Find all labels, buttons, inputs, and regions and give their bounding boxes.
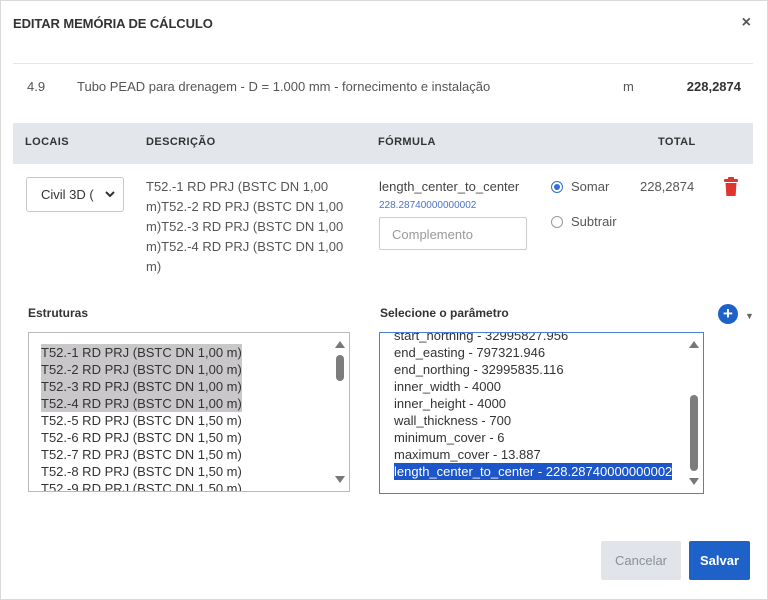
complemento-input[interactable]: Complemento	[379, 217, 527, 250]
list-item[interactable]: T52.-9 RD PRJ (BSTC DN 1,50 m)	[41, 480, 242, 491]
list-item[interactable]: wall_thickness - 700	[394, 412, 511, 429]
list-item[interactable]: T52.-1 RD PRJ (BSTC DN 1,00 m)	[41, 344, 242, 361]
table-header: LOCAIS DESCRIÇÃO FÓRMULA TOTAL	[13, 123, 753, 164]
list-item[interactable]: minimum_cover - 6	[394, 429, 505, 446]
header-formula: FÓRMULA	[378, 136, 436, 148]
row-formula-value: 228.28740000000002	[379, 200, 477, 211]
list-item[interactable]: T52.-5 RD PRJ (BSTC DN 1,50 m)	[41, 412, 242, 429]
parametro-listbox[interactable]: start_northing - 32995827.956 end_eastin…	[379, 332, 704, 494]
list-item[interactable]: T52.-6 RD PRJ (BSTC DN 1,50 m)	[41, 429, 242, 446]
parametro-scrollbar[interactable]	[685, 333, 703, 493]
list-item[interactable]: T52.-2 RD PRJ (BSTC DN 1,00 m)	[41, 361, 242, 378]
row-total: 228,2874	[640, 179, 695, 194]
scroll-up-icon[interactable]	[689, 341, 699, 348]
save-button[interactable]: Salvar	[689, 541, 750, 580]
header-locais: LOCAIS	[25, 136, 69, 148]
radio-subtrair-label: Subtrair	[571, 214, 617, 229]
scroll-thumb[interactable]	[690, 395, 698, 471]
locais-select[interactable]: Civil 3D (	[26, 177, 124, 212]
plus-circle-icon[interactable]: +	[718, 304, 738, 324]
radio-subtrair[interactable]: Subtrair	[551, 214, 617, 229]
list-item[interactable]: T52.-3 RD PRJ (BSTC DN 1,00 m)	[41, 378, 242, 395]
estruturas-listbox[interactable]: T52.-1 RD PRJ (BSTC DN 1,00 m) T52.-2 RD…	[28, 332, 350, 492]
list-item[interactable]: T52.-7 RD PRJ (BSTC DN 1,50 m)	[41, 446, 242, 463]
radio-somar-indicator	[551, 181, 563, 193]
scroll-thumb[interactable]	[336, 355, 344, 381]
list-item[interactable]: end_northing - 32995835.116	[394, 361, 564, 378]
estruturas-scrollbar[interactable]	[331, 333, 349, 491]
list-item[interactable]: maximum_cover - 13.887	[394, 446, 541, 463]
close-icon[interactable]: ×	[742, 15, 751, 31]
list-item[interactable]: start_northing - 32995827.956	[394, 333, 568, 344]
header-descricao: DESCRIÇÃO	[146, 136, 216, 148]
dialog-title: EDITAR MEMÓRIA DE CÁLCULO	[13, 16, 213, 31]
list-item[interactable]: inner_width - 4000	[394, 378, 501, 395]
divider	[13, 63, 753, 64]
locais-selected-value: Civil 3D (	[41, 187, 94, 202]
row-description: T52.-1 RD PRJ (BSTC DN 1,00 m)T52.-2 RD …	[146, 179, 344, 274]
estruturas-label: Estruturas	[28, 306, 89, 320]
list-item[interactable]: T52.-8 RD PRJ (BSTC DN 1,50 m)	[41, 463, 242, 480]
edit-calculation-dialog: EDITAR MEMÓRIA DE CÁLCULO × 4.9 Tubo PEA…	[0, 0, 768, 600]
item-total: 228,2874	[686, 79, 741, 94]
cancel-button[interactable]: Cancelar	[601, 541, 681, 580]
radio-somar[interactable]: Somar	[551, 179, 609, 194]
item-unit: m	[623, 79, 634, 94]
radio-subtrair-indicator	[551, 216, 563, 228]
item-number: 4.9	[27, 79, 46, 94]
scroll-down-icon[interactable]	[335, 476, 345, 483]
list-item[interactable]: T52.-4 RD PRJ (BSTC DN 1,00 m)	[41, 395, 242, 412]
scroll-down-icon[interactable]	[689, 478, 699, 485]
chevron-down-icon	[105, 186, 115, 205]
list-item[interactable]: inner_height - 4000	[394, 395, 506, 412]
parametro-label: Selecione o parâmetro	[380, 306, 509, 320]
scroll-up-icon[interactable]	[335, 341, 345, 348]
trash-icon[interactable]	[723, 177, 739, 197]
caret-down-icon[interactable]: ▼	[745, 311, 754, 321]
radio-somar-label: Somar	[571, 179, 610, 194]
header-total: TOTAL	[658, 136, 696, 148]
list-item[interactable]: end_easting - 797321.946	[394, 344, 545, 361]
row-formula: length_center_to_center	[379, 179, 520, 194]
item-description: Tubo PEAD para drenagem - D = 1.000 mm -…	[77, 79, 491, 94]
list-item[interactable]: length_center_to_center - 228.2874000000…	[394, 463, 673, 480]
